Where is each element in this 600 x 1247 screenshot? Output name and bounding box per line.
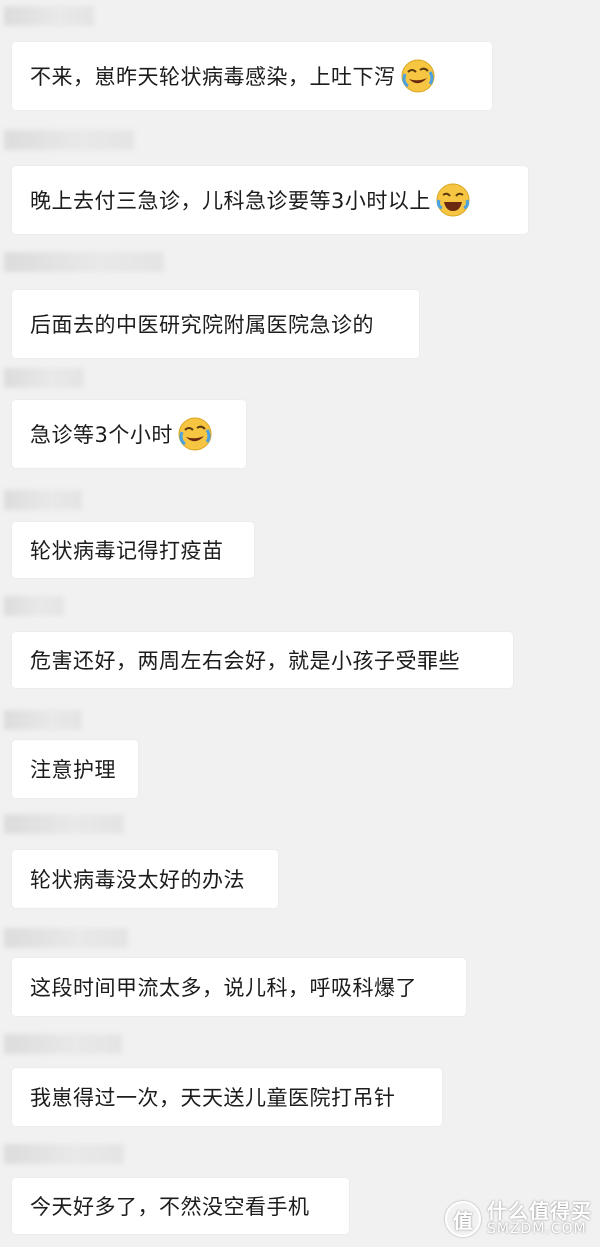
- tears-of-joy-emoji-icon: [435, 182, 471, 218]
- message-text: 注意护理: [30, 758, 116, 782]
- smzdm-logo-icon: 值: [445, 1201, 481, 1237]
- message-text: 轮状病毒没太好的办法: [30, 868, 245, 892]
- sender-name-blurred: [4, 368, 84, 388]
- chat-history[interactable]: 不来，崽昨天轮状病毒感染，上吐下泻 晚上去付三急诊，儿科急诊要等3小时以上 后面…: [0, 0, 600, 1247]
- message-text: 急诊等3个小时: [30, 423, 173, 447]
- message-text: 不来，崽昨天轮状病毒感染，上吐下泻: [30, 65, 396, 89]
- message-text: 晚上去付三急诊，儿科急诊要等3小时以上: [30, 189, 431, 213]
- message-text: 这段时间甲流太多，说儿科，呼吸科爆了: [30, 976, 417, 1000]
- sender-name-blurred: [4, 490, 82, 510]
- message-bubble[interactable]: 我崽得过一次，天天送儿童医院打吊针: [12, 1068, 442, 1126]
- message-bubble[interactable]: 不来，崽昨天轮状病毒感染，上吐下泻: [12, 42, 492, 110]
- message-bubble[interactable]: 轮状病毒记得打疫苗: [12, 522, 254, 578]
- sender-name-blurred: [4, 6, 94, 26]
- message-text: 我崽得过一次，天天送儿童医院打吊针: [30, 1086, 396, 1110]
- sender-name-blurred: [4, 1034, 122, 1054]
- message-bubble[interactable]: 急诊等3个小时: [12, 400, 246, 468]
- sender-name-blurred: [4, 928, 128, 948]
- crying-laughing-emoji-icon: [400, 58, 436, 94]
- message-bubble[interactable]: 今天好多了，不然没空看手机: [12, 1178, 349, 1234]
- message-bubble[interactable]: 这段时间甲流太多，说儿科，呼吸科爆了: [12, 958, 466, 1016]
- sender-name-blurred: [4, 596, 64, 616]
- message-text: 后面去的中医研究院附属医院急诊的: [30, 313, 374, 337]
- watermark-name-en: SMZDM.COM: [487, 1221, 587, 1238]
- message-text: 危害还好，两周左右会好，就是小孩子受罪些: [30, 649, 460, 673]
- smzdm-watermark: 值 什么值得买 SMZDM.COM: [445, 1201, 592, 1237]
- watermark-name-cn: 什么值得买: [487, 1199, 592, 1224]
- message-bubble[interactable]: 危害还好，两周左右会好，就是小孩子受罪些: [12, 632, 513, 688]
- watermark-text: 什么值得买 SMZDM.COM: [487, 1201, 592, 1237]
- message-bubble[interactable]: 后面去的中医研究院附属医院急诊的: [12, 290, 419, 358]
- message-text: 轮状病毒记得打疫苗: [30, 539, 224, 563]
- sender-name-blurred: [4, 130, 134, 150]
- sender-name-blurred: [4, 814, 124, 834]
- sender-name-blurred: [4, 252, 164, 272]
- crying-laughing-emoji-icon: [177, 416, 213, 452]
- message-bubble[interactable]: 晚上去付三急诊，儿科急诊要等3小时以上: [12, 166, 528, 234]
- message-text: 今天好多了，不然没空看手机: [30, 1195, 310, 1219]
- sender-name-blurred: [4, 1144, 124, 1164]
- message-bubble[interactable]: 轮状病毒没太好的办法: [12, 850, 278, 908]
- message-bubble[interactable]: 注意护理: [12, 740, 138, 798]
- sender-name-blurred: [4, 710, 82, 730]
